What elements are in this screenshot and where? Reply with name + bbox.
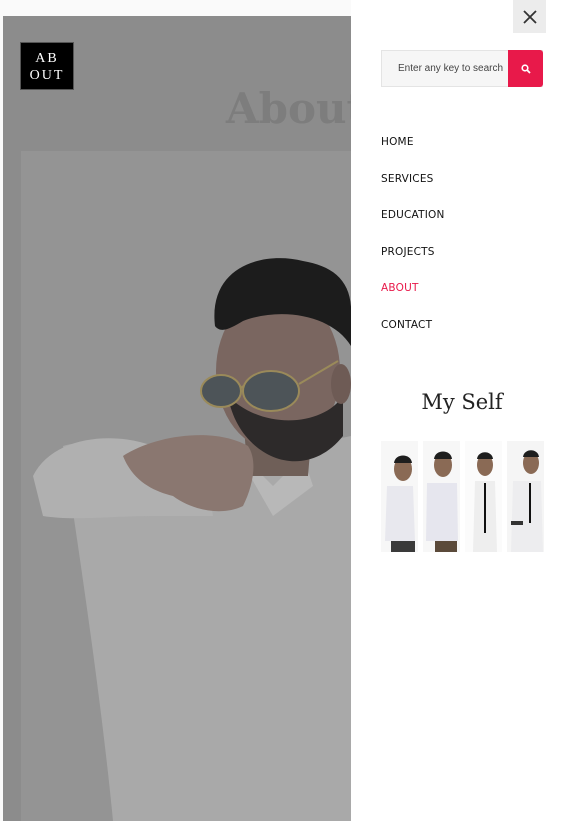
nav-item-contact[interactable]: CONTACT [381,319,445,356]
logo-line-2: OUT [29,68,65,83]
site-logo[interactable]: AB OUT [20,42,74,90]
nav-item-home[interactable]: HOME [381,136,445,173]
nav-item-education[interactable]: EDUCATION [381,209,445,246]
offcanvas-menu: HOME SERVICES EDUCATION PROJECTS ABOUT C… [351,0,573,821]
search-form [381,50,543,87]
gallery-photo[interactable] [465,441,502,552]
main-nav: HOME SERVICES EDUCATION PROJECTS ABOUT C… [381,136,445,356]
search-icon [520,63,531,74]
nav-item-projects[interactable]: PROJECTS [381,246,445,283]
page-backdrop[interactable]: About AB OUT [3,16,351,821]
search-button[interactable] [508,50,543,87]
nav-item-about[interactable]: ABOUT [381,282,445,319]
logo-line-1: AB [35,51,59,66]
hero-photo [33,258,351,821]
gallery-photo[interactable] [507,441,544,552]
gallery [381,441,544,552]
gallery-photo[interactable] [381,441,418,552]
nav-item-services[interactable]: SERVICES [381,173,445,210]
close-button[interactable] [513,0,546,33]
search-input[interactable] [382,51,506,86]
gallery-photo[interactable] [423,441,460,552]
section-title: My Self [421,390,503,414]
close-icon [522,9,537,24]
